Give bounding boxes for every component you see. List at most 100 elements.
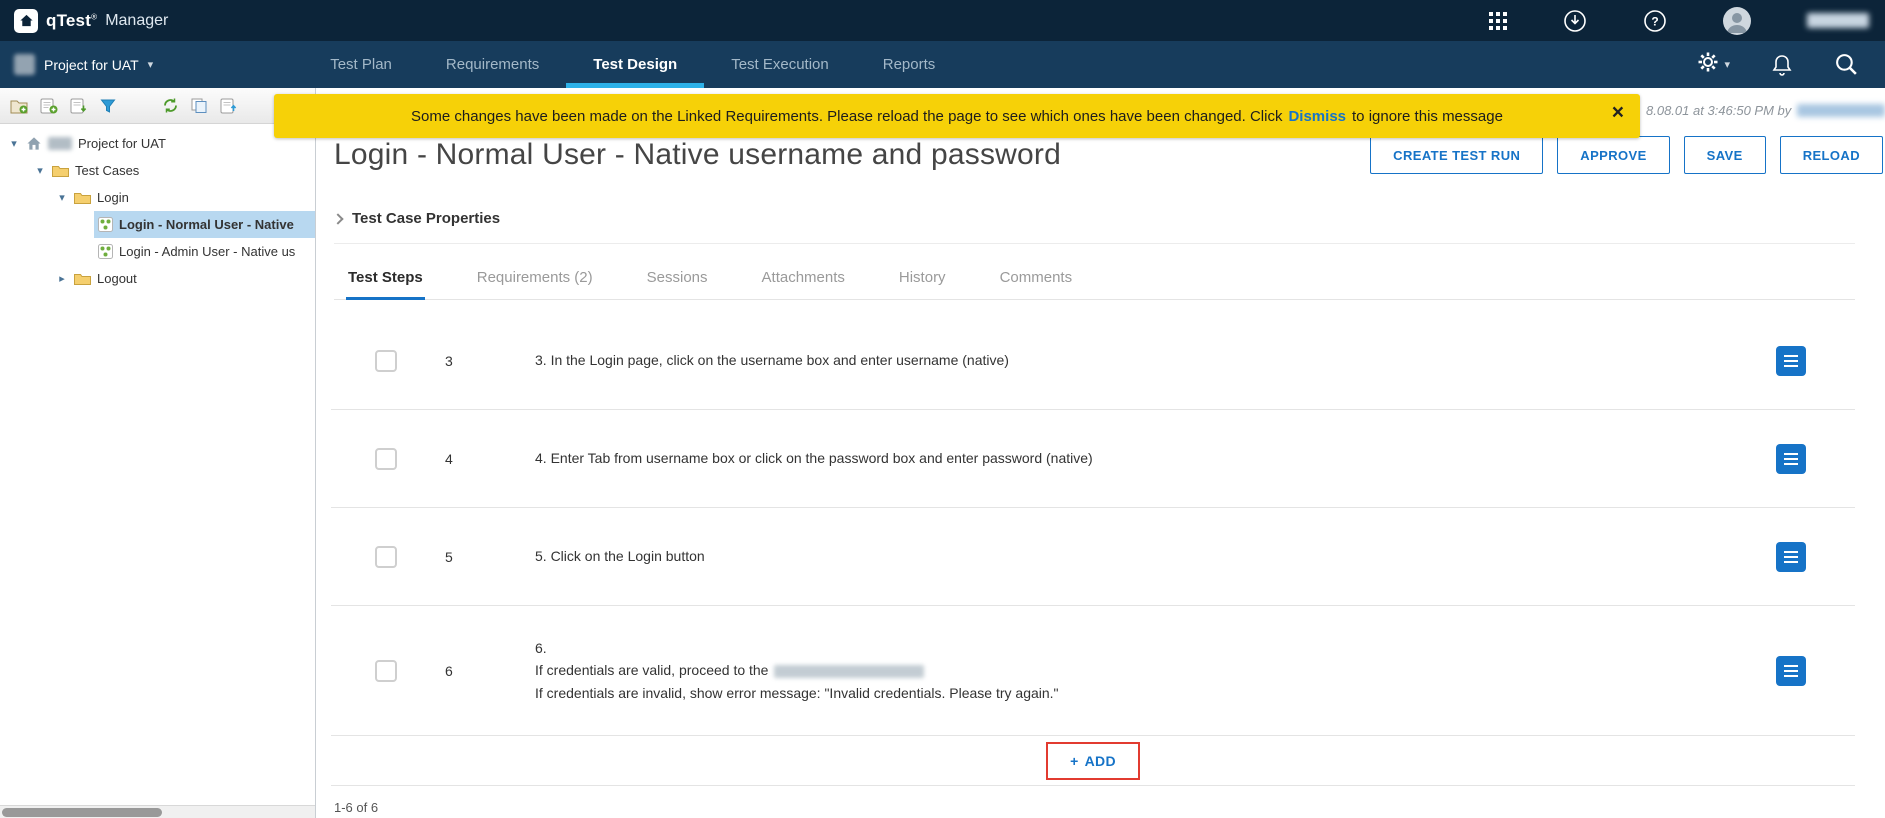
test-case-properties-section[interactable]: Test Case Properties [334, 210, 1855, 244]
step-checkbox[interactable] [375, 448, 397, 470]
test-step-row: 6 6. If credentials are valid, proceed t… [331, 606, 1855, 736]
notification-banner: Some changes have been made on the Linke… [274, 94, 1640, 138]
help-icon[interactable]: ? [1643, 9, 1667, 33]
test-steps-list: 3 3. In the Login page, click on the use… [317, 312, 1885, 815]
reload-button[interactable]: RELOAD [1780, 136, 1883, 174]
step-checkbox[interactable] [375, 350, 397, 372]
tree-item-label: Login - Normal User - Native [119, 217, 294, 232]
tree-item-logout-folder[interactable]: ▸ Logout [0, 265, 315, 292]
folder-icon [52, 164, 69, 177]
svg-text:?: ? [1651, 14, 1658, 28]
step-checkbox[interactable] [375, 546, 397, 568]
caret-down-icon[interactable]: ▾ [56, 191, 68, 204]
step-checkbox[interactable] [375, 660, 397, 682]
logo-text: qTest® [46, 11, 97, 31]
caret-right-icon[interactable]: ▸ [56, 272, 68, 285]
step-line: If credentials are valid, proceed to the [535, 659, 1776, 681]
step-number: 3 [445, 353, 485, 369]
banner-message-after: to ignore this message [1352, 108, 1503, 125]
search-icon[interactable] [1834, 52, 1859, 77]
add-test-case-icon[interactable] [40, 98, 58, 114]
caret-down-icon[interactable]: ▾ [34, 164, 46, 177]
tab-test-steps[interactable]: Test Steps [346, 258, 425, 299]
nav-tab-requirements[interactable]: Requirements [419, 41, 566, 88]
step-description: 6. If credentials are valid, proceed to … [535, 637, 1776, 704]
tree-item-label: Login - Admin User - Native us [119, 244, 295, 259]
tree-item-login-normal-user[interactable]: Login - Normal User - Native [0, 211, 315, 238]
home-icon [26, 136, 42, 151]
step-number: 4 [445, 451, 485, 467]
add-step-label: ADD [1085, 753, 1116, 769]
notifications-bell-icon[interactable] [1772, 54, 1792, 76]
test-case-icon [98, 244, 113, 259]
tab-attachments[interactable]: Attachments [760, 258, 847, 299]
nav-tab-test-plan[interactable]: Test Plan [303, 41, 419, 88]
tab-history[interactable]: History [897, 258, 948, 299]
tab-requirements[interactable]: Requirements (2) [475, 258, 595, 299]
redacted-project-prefix [48, 137, 72, 150]
pagination-text: 1-6 of 6 [334, 800, 1885, 815]
tab-comments[interactable]: Comments [998, 258, 1075, 299]
step-menu-button[interactable] [1776, 656, 1806, 686]
hamburger-icon [1784, 458, 1798, 460]
chevron-down-icon: ▾ [1724, 58, 1730, 71]
close-icon[interactable]: × [1612, 102, 1624, 123]
copy-icon[interactable] [191, 98, 208, 114]
main-content: Login - Normal User - Native username an… [317, 88, 1885, 818]
new-folder-icon[interactable] [10, 98, 28, 114]
nav-tab-reports[interactable]: Reports [856, 41, 963, 88]
step-description: 4. Enter Tab from username box or click … [535, 447, 1776, 469]
create-test-run-button[interactable]: CREATE TEST RUN [1370, 136, 1543, 174]
filter-icon[interactable] [100, 98, 116, 114]
settings-menu[interactable]: ▾ [1697, 51, 1730, 78]
step-line: If credentials are invalid, show error m… [535, 682, 1776, 704]
step-description: 3. In the Login page, click on the usern… [535, 349, 1776, 371]
tree-item-project[interactable]: ▾ Project for UAT [0, 130, 315, 157]
qtest-logo-icon [14, 9, 38, 33]
nav-tab-test-design[interactable]: Test Design [566, 41, 704, 88]
step-line-text: If credentials are valid, proceed to the [535, 662, 768, 678]
action-buttons: CREATE TEST RUN APPROVE SAVE RELOAD [1370, 136, 1883, 174]
import-icon[interactable] [70, 98, 88, 114]
redacted-project-icon [14, 54, 35, 75]
chevron-down-icon: ▾ [148, 58, 154, 71]
test-step-row: 5 5. Click on the Login button [331, 508, 1855, 606]
download-icon[interactable] [1563, 9, 1587, 33]
gear-icon [1697, 51, 1719, 78]
export-icon[interactable] [220, 98, 238, 114]
save-button[interactable]: SAVE [1684, 136, 1766, 174]
user-avatar[interactable] [1723, 7, 1751, 35]
tree-item-login-folder[interactable]: ▾ Login [0, 184, 315, 211]
approve-button[interactable]: APPROVE [1557, 136, 1669, 174]
product-name: Manager [105, 12, 168, 30]
refresh-icon[interactable] [162, 97, 179, 114]
tree-item-label: Project for UAT [78, 136, 166, 151]
step-number: 6 [445, 663, 485, 679]
horizontal-scrollbar[interactable] [0, 805, 315, 818]
add-step-button[interactable]: + ADD [1046, 742, 1140, 780]
test-step-row: 4 4. Enter Tab from username box or clic… [331, 410, 1855, 508]
step-line: 6. [535, 637, 1776, 659]
step-menu-button[interactable] [1776, 444, 1806, 474]
app-logo: qTest® Manager [14, 9, 168, 33]
dismiss-link[interactable]: Dismiss [1288, 108, 1346, 125]
apps-grid-icon[interactable] [1489, 12, 1507, 30]
tree-item-label: Login [97, 190, 129, 205]
tree-item-login-admin-user[interactable]: Login - Admin User - Native us [0, 238, 315, 265]
section-label: Test Case Properties [352, 210, 500, 227]
step-menu-button[interactable] [1776, 542, 1806, 572]
redacted-username [1797, 104, 1885, 117]
tree-item-test-cases[interactable]: ▾ Test Cases [0, 157, 315, 184]
hamburger-icon [1784, 556, 1798, 558]
tab-sessions[interactable]: Sessions [645, 258, 710, 299]
project-selector[interactable]: Project for UAT ▾ [14, 41, 153, 88]
scrollbar-thumb[interactable] [2, 808, 162, 817]
step-menu-button[interactable] [1776, 346, 1806, 376]
test-case-icon [98, 217, 113, 232]
test-step-row: 3 3. In the Login page, click on the use… [331, 312, 1855, 410]
top-bar-icons: ? [1489, 7, 1869, 35]
nav-tab-test-execution[interactable]: Test Execution [704, 41, 856, 88]
caret-down-icon[interactable]: ▾ [8, 137, 20, 150]
chevron-right-icon [332, 213, 343, 224]
main-navigation: Test Plan Requirements Test Design Test … [303, 41, 962, 88]
